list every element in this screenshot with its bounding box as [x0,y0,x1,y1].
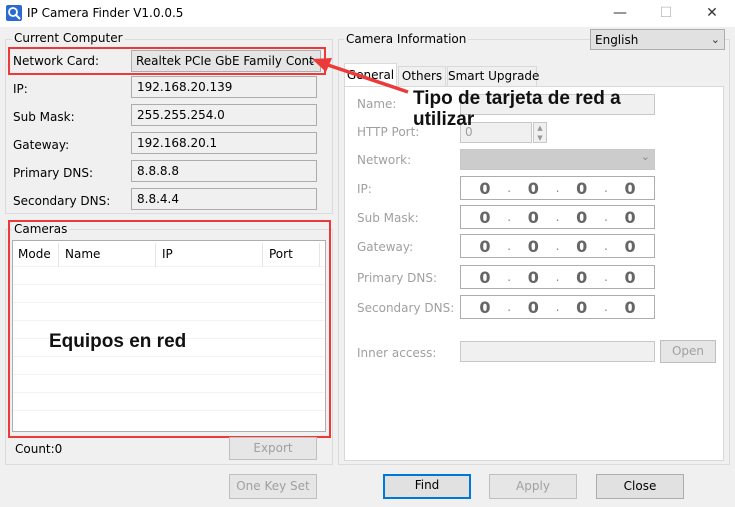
octet: 0 [576,178,588,198]
info-sub-mask-label: Sub Mask: [357,211,419,225]
info-gateway-label: Gateway: [357,240,414,254]
close-button[interactable]: Close [596,474,684,499]
language-value: English [595,33,639,47]
language-select[interactable]: English ⌄ [590,29,725,50]
dot: . [603,210,608,224]
annotation-cameras: Equipos en red [49,331,187,352]
octet: 0 [527,178,539,198]
info-ip-label: IP: [357,182,372,196]
inner-access-field[interactable] [460,341,655,362]
ip-address-input[interactable]: 0. 0. 0. 0 [460,176,655,200]
sub-mask-input[interactable]: 0. 0. 0. 0 [460,205,655,229]
dot: . [507,270,512,284]
export-button[interactable]: Export [229,437,317,460]
dot: . [507,239,512,253]
annotation-network-card-line2: utilizar [413,109,475,130]
octet: 0 [479,178,491,198]
dot: . [603,239,608,253]
secondary-dns-label: Secondary DNS: [13,194,111,208]
octet: 0 [479,207,491,227]
octet: 0 [527,236,539,256]
octet: 0 [527,207,539,227]
ip-field: 192.168.20.139 [131,76,317,98]
sub-mask-field: 255.255.254.0 [131,104,317,126]
gateway-field: 192.168.20.1 [131,132,317,154]
octet: 0 [624,236,636,256]
chevron-down-icon: ⌄ [640,150,650,163]
dot: . [555,181,560,195]
maximize-button[interactable]: ☐ [643,0,689,27]
title-bar: IP Camera Finder V1.0.0.5 — ☐ ✕ [0,0,735,27]
octet: 0 [624,297,636,317]
dot: . [555,210,560,224]
octet: 0 [576,207,588,227]
secondary-dns-field: 8.8.4.4 [131,188,317,210]
one-key-set-button[interactable]: One Key Set [229,474,317,499]
app-icon [6,5,22,21]
http-port-spinner[interactable]: ▲ ▼ [533,122,547,143]
info-primary-dns-label: Primary DNS: [357,271,438,285]
network-label: Network: [357,153,412,167]
inner-access-label: Inner access: [357,346,437,360]
octet: 0 [479,236,491,256]
octet: 0 [576,297,588,317]
gateway-input[interactable]: 0. 0. 0. 0 [460,234,655,258]
tab-smart-upgrade[interactable]: Smart Upgrade [447,66,539,87]
open-button[interactable]: Open [660,340,716,363]
info-secondary-dns-label: Secondary DNS: [357,301,455,315]
apply-button[interactable]: Apply [489,474,577,499]
current-computer-title: Current Computer [12,31,125,45]
find-button[interactable]: Find [383,474,471,499]
primary-dns-label: Primary DNS: [13,166,94,180]
annotation-network-card-line1: Tipo de tarjeta de red a [413,88,621,109]
dot: . [603,270,608,284]
dot: . [555,270,560,284]
dot: . [603,300,608,314]
octet: 0 [479,297,491,317]
dot: . [555,239,560,253]
sub-mask-label: Sub Mask: [13,110,75,124]
octet: 0 [576,236,588,256]
minimize-button[interactable]: — [597,0,643,27]
gateway-label: Gateway: [13,138,70,152]
octet: 0 [527,297,539,317]
octet: 0 [624,178,636,198]
primary-dns-input[interactable]: 0. 0. 0. 0 [460,265,655,289]
cameras-highlight [8,220,331,438]
network-card-highlight [8,47,326,75]
camera-info-title: Camera Information [344,32,469,46]
annotation-arrow [312,58,409,94]
octet: 0 [527,267,539,287]
dot: . [507,181,512,195]
octet: 0 [576,267,588,287]
close-window-button[interactable]: ✕ [689,0,735,27]
window-title: IP Camera Finder V1.0.0.5 [27,6,184,20]
chevron-down-icon: ⌄ [710,33,720,46]
dot: . [555,300,560,314]
network-select[interactable]: ⌄ [460,149,655,170]
dot: . [507,210,512,224]
dot: . [603,181,608,195]
primary-dns-field: 8.8.8.8 [131,160,317,182]
count-label: Count:0 [15,442,63,456]
octet: 0 [624,267,636,287]
octet: 0 [479,267,491,287]
ip-label: IP: [13,82,28,96]
octet: 0 [624,207,636,227]
secondary-dns-input[interactable]: 0. 0. 0. 0 [460,295,655,319]
dot: . [507,300,512,314]
http-port-label: HTTP Port: [357,125,420,139]
